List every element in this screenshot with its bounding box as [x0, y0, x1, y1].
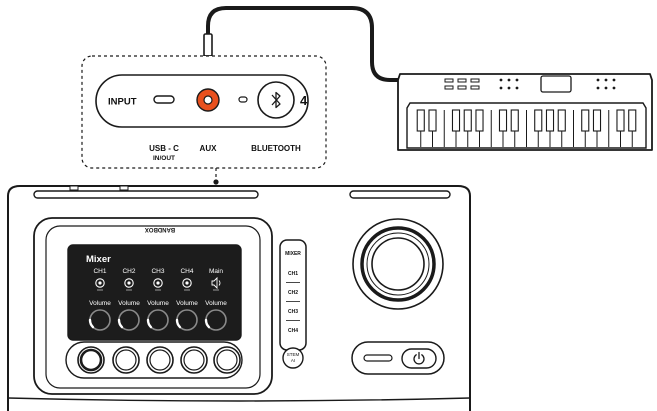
channel-label: Main [209, 268, 223, 275]
black-key [510, 109, 519, 132]
ai-label: AI [291, 358, 295, 363]
black-key [428, 109, 437, 132]
aux-label: AUX [200, 144, 218, 153]
channel-label: CH2 [122, 268, 135, 275]
side-channel-label: CH1 [288, 271, 298, 277]
usb-c-label: USB - C [149, 144, 179, 153]
side-channel-button[interactable]: CH1 [285, 266, 301, 280]
black-key [475, 109, 484, 132]
side-channel-button[interactable]: CH3 [285, 304, 301, 318]
midi-keyboard [397, 73, 653, 151]
volume-label: Volume [176, 300, 198, 307]
side-channel-button[interactable]: CH4 [285, 323, 301, 337]
hardware-knob-4[interactable] [180, 346, 208, 374]
hardware-knob-2[interactable] [112, 346, 140, 374]
volume-label: Volume [118, 300, 140, 307]
black-key [592, 109, 602, 132]
black-key [416, 109, 425, 132]
black-key [498, 109, 508, 132]
io-callout: INPUT 4 USB - C IN/OUT AUX BLUETOOTH [81, 55, 327, 185]
hardware-knob-1[interactable] [77, 346, 105, 374]
channel-label: CH4 [180, 268, 193, 275]
status-led-bar [363, 354, 393, 362]
black-key [581, 109, 590, 132]
side-channel-button[interactable]: CH2 [285, 285, 301, 299]
bandbox-device: BANDBOX Mixer CH1 Volume CH2 Volume CH3 Volum… [7, 185, 471, 411]
side-strip-title: MIXER [285, 251, 301, 257]
black-key [557, 109, 566, 132]
input-label: INPUT [108, 97, 137, 108]
black-key [616, 109, 625, 132]
brand-label: BANDBOX [145, 226, 175, 232]
volume-label: Volume [89, 300, 111, 307]
bluetooth-label: BLUETOOTH [251, 144, 301, 153]
hardware-knob-5[interactable] [213, 346, 241, 374]
mixer-title: Mixer [86, 254, 111, 265]
jog-wheel[interactable] [352, 218, 444, 310]
volume-label: Volume [205, 300, 227, 307]
usb-c-port[interactable] [153, 95, 175, 104]
black-key [545, 109, 555, 132]
black-key [463, 109, 472, 132]
black-key [534, 109, 543, 132]
bluetooth-badge: 4 [300, 93, 308, 108]
usb-c-sublabel: IN/OUT [153, 155, 175, 162]
volume-label: Volume [147, 300, 169, 307]
black-key [451, 109, 461, 132]
black-key [628, 109, 637, 132]
side-channel-label: CH2 [288, 290, 298, 296]
side-channel-label: CH4 [288, 328, 298, 334]
channel-label: CH3 [151, 268, 164, 275]
side-channel-label: CH3 [288, 309, 298, 315]
hardware-knob-3[interactable] [146, 346, 174, 374]
diagram-canvas: INPUT 4 USB - C IN/OUT AUX BLUETOOTH BAN… [7, 6, 653, 411]
channel-label: CH1 [93, 268, 106, 275]
stem-label: STEM [287, 352, 300, 357]
